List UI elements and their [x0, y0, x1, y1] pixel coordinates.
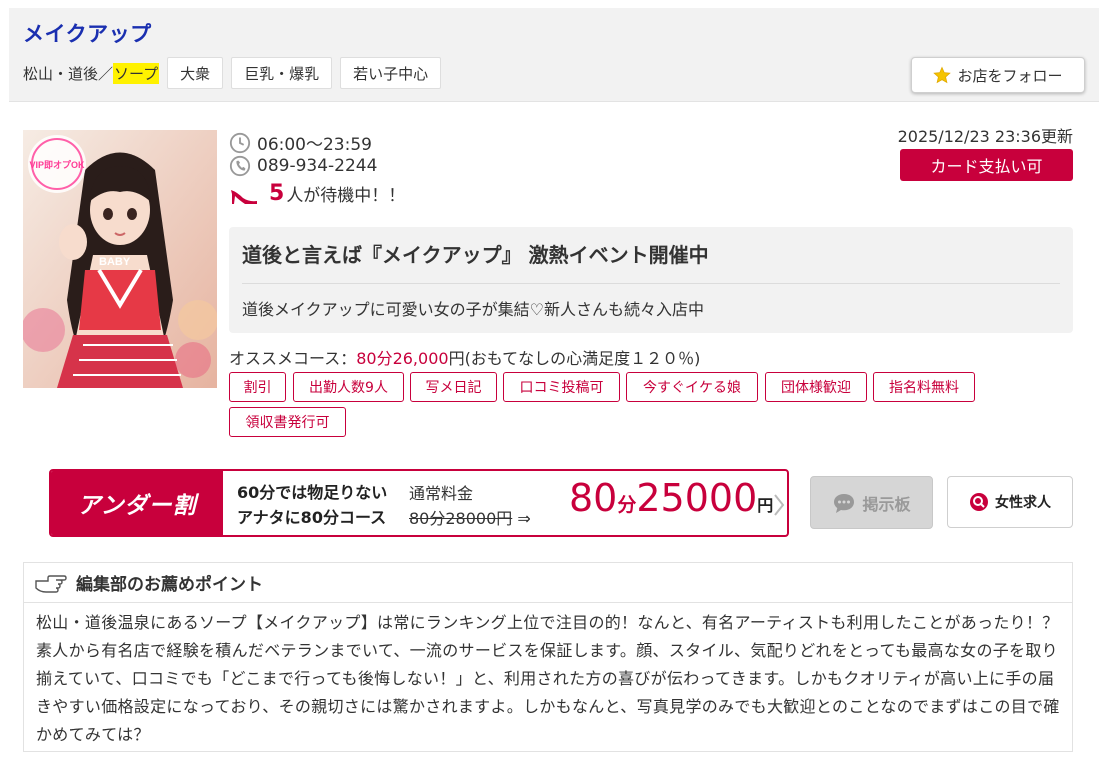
- recommended-course: オススメコース：80分26,000円(おもてなしの心満足度１２０％): [229, 345, 700, 369]
- course-suffix: 円(おもてなしの心満足度１２０％): [448, 349, 701, 368]
- genre-link[interactable]: ソープ: [113, 62, 160, 84]
- event-description: 道後メイクアップに可愛い女の子が集結♡新人さんも続々入店中: [242, 300, 705, 319]
- follow-label: お店をフォロー: [957, 66, 1063, 85]
- feature-tag[interactable]: 団体様歓迎: [765, 372, 867, 402]
- breadcrumb: 松山・道後／ ソープ 大衆 巨乳・爆乳 若い子中心: [23, 57, 442, 89]
- divider: [242, 283, 1060, 284]
- normal-price-label: 通常料金: [409, 484, 474, 503]
- pointing-hand-icon: [35, 574, 67, 593]
- under-logo: アンダー割: [51, 471, 223, 535]
- waiting-row: 5 人が待機中！！: [229, 181, 405, 206]
- feature-tag[interactable]: 出勤人数9人: [293, 372, 404, 402]
- under-line2: アナタに80分コース: [237, 508, 387, 527]
- high-heel-icon: [231, 189, 257, 204]
- phone-number[interactable]: 089-934-2244: [257, 156, 377, 176]
- area-link[interactable]: 松山・道後／: [23, 63, 113, 84]
- phone-icon: [229, 155, 251, 177]
- event-title: 道後と言えば『メイクアップ』 激熱イベント開催中: [242, 243, 709, 267]
- waiting-text: 人が待機中！！: [286, 186, 406, 206]
- feature-tag[interactable]: 今すぐイケる娘: [626, 372, 758, 402]
- bbs-label: 掲示板: [862, 494, 911, 514]
- tag-taishu[interactable]: 大衆: [167, 57, 224, 89]
- phone-row: 089-934-2244: [229, 155, 377, 177]
- chevron-right-icon: [774, 494, 785, 516]
- recommend-text: 松山・道後温泉にあるソープ【メイクアップ】は常にランキング上位で注目の的！なんと…: [36, 613, 1060, 744]
- female-job-button[interactable]: 女性求人: [947, 476, 1073, 528]
- shirt-text: BABY: [99, 256, 131, 268]
- shop-name[interactable]: メイクアップ: [23, 18, 152, 48]
- tag-wakai[interactable]: 若い子中心: [340, 57, 442, 89]
- yen-unit: 円: [757, 496, 774, 515]
- feature-tag[interactable]: 口コミ投稿可: [503, 372, 620, 402]
- event-box[interactable]: 道後と言えば『メイクアップ』 激熱イベント開催中 道後メイクアップに可愛い女の子…: [229, 227, 1073, 333]
- old-price: 80分28000円 ⇒: [409, 505, 531, 529]
- recommend-title: 編集部のお薦めポイント: [76, 575, 263, 595]
- feature-tag[interactable]: 領収書発行可: [229, 407, 346, 437]
- shop-header: メイクアップ 松山・道後／ ソープ 大衆 巨乳・爆乳 若い子中心 お店をフォロー: [9, 8, 1099, 102]
- shop-photo[interactable]: BABY VIP即オプOK: [23, 130, 217, 388]
- feature-tag[interactable]: 指名料無料: [873, 372, 975, 402]
- clock-icon: [229, 132, 251, 153]
- female-search-icon: [970, 493, 988, 511]
- recommend-header: 編集部のお薦めポイント: [24, 563, 1072, 603]
- discount-minutes: 80: [569, 476, 618, 520]
- vip-badge-text: VIP即オプOK: [29, 159, 85, 170]
- minute-unit: 分: [617, 494, 637, 516]
- under-line1: 60分では物足りない: [237, 483, 388, 502]
- old-price-value: 80分28000円: [409, 509, 513, 528]
- discount-price-value: 25000: [636, 476, 758, 520]
- star-icon: [933, 66, 952, 84]
- under-discount-banner[interactable]: アンダー割 60分では物足りない アナタに80分コース 通常料金 80分2800…: [49, 469, 789, 537]
- business-hours: 06:00〜23:59: [257, 135, 372, 155]
- chat-bubble-icon: [834, 493, 855, 513]
- under-logo-text: アンダー割: [77, 493, 197, 519]
- card-payment-badge: カード支払い可: [900, 149, 1073, 181]
- update-time: 2025/12/23 23:36更新: [897, 127, 1073, 146]
- course-label: オススメコース：: [229, 349, 357, 368]
- feature-tag[interactable]: 写メ日記: [410, 372, 497, 402]
- bbs-button[interactable]: 掲示板: [810, 476, 933, 529]
- course-price: 80分26,000: [356, 349, 449, 368]
- feature-tag[interactable]: 割引: [229, 372, 286, 402]
- hours-row: 06:00〜23:59: [229, 130, 372, 155]
- tag-kyonyu[interactable]: 巨乳・爆乳: [231, 57, 333, 89]
- follow-shop-button[interactable]: お店をフォロー: [911, 57, 1085, 93]
- price-arrow: ⇒: [512, 509, 531, 528]
- girl-photo-illustration: BABY VIP即オプOK: [23, 130, 217, 388]
- waiting-count: 5: [269, 181, 285, 206]
- job-label: 女性求人: [995, 495, 1051, 511]
- discount-price: 80 分 25000 円: [569, 476, 773, 532]
- editor-recommend-box: 編集部のお薦めポイント 松山・道後温泉にあるソープ【メイクアップ】は常にランキン…: [23, 562, 1073, 752]
